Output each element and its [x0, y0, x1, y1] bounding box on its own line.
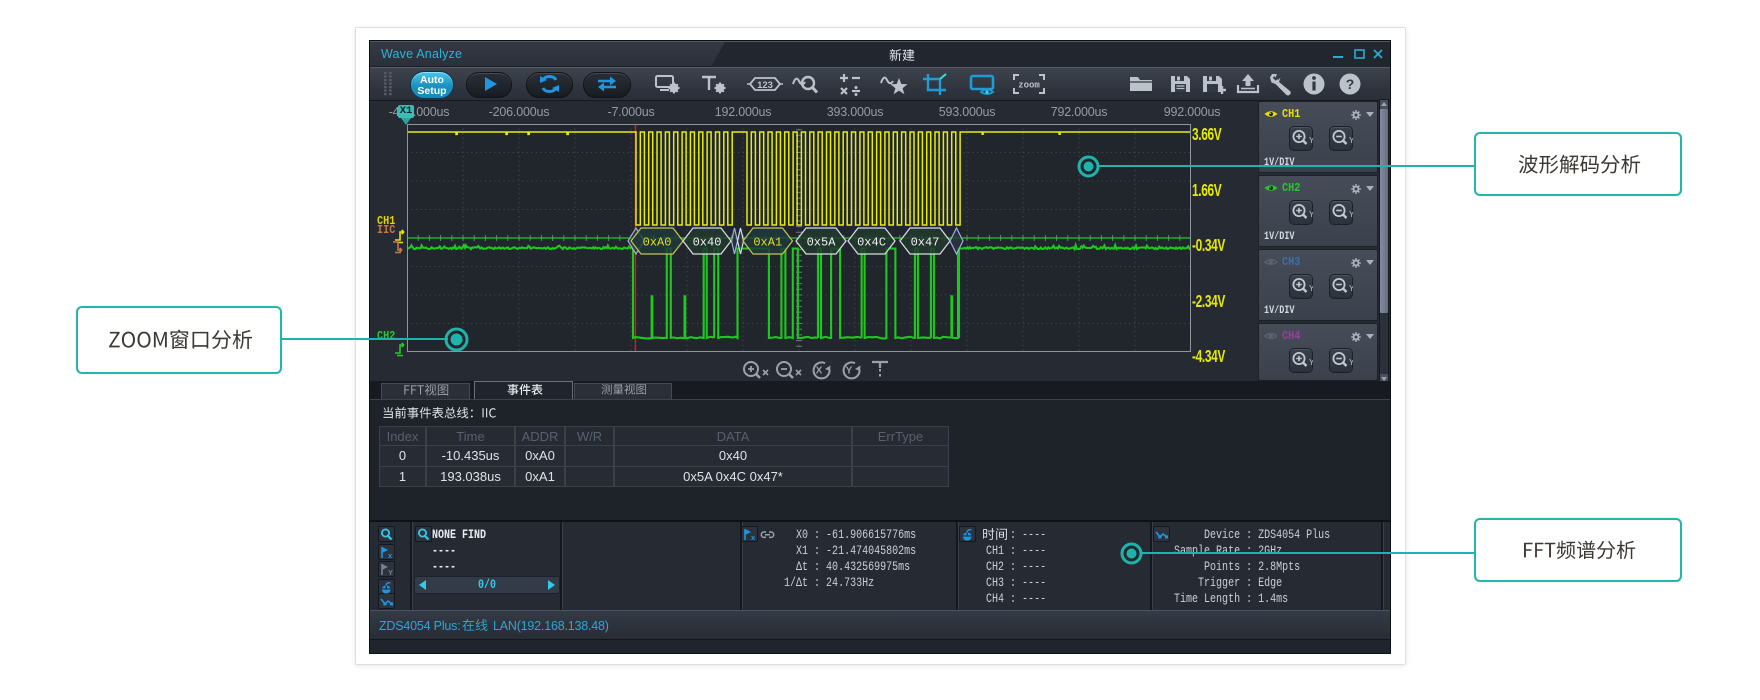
svg-text:0x5A: 0x5A — [807, 236, 837, 250]
svg-text:Y: Y — [1349, 210, 1353, 219]
svg-text:x: x — [388, 551, 393, 559]
svg-text:0x40: 0x40 — [693, 236, 722, 250]
svg-text:x: x — [751, 533, 756, 541]
svg-text:Y: Y — [1349, 136, 1353, 145]
svg-text:X: X — [816, 366, 823, 377]
svg-text:Y: Y — [388, 568, 393, 576]
svg-text:Y: Y — [1309, 136, 1313, 145]
svg-text:123: 123 — [757, 80, 773, 91]
svg-text:Y: Y — [1309, 210, 1313, 219]
svg-text:Y: Y — [1309, 358, 1313, 367]
svg-text:Y: Y — [1309, 284, 1313, 293]
svg-text:0x47: 0x47 — [911, 236, 940, 250]
svg-text:Y: Y — [1349, 358, 1353, 367]
svg-text:?: ? — [1346, 76, 1355, 92]
svg-text:Y: Y — [846, 366, 853, 377]
svg-text:zoom: zoom — [1018, 81, 1040, 91]
svg-text:0xA1: 0xA1 — [753, 236, 782, 250]
svg-text:0x4C: 0x4C — [857, 236, 886, 250]
svg-text:Y: Y — [1349, 284, 1353, 293]
svg-text:0xA0: 0xA0 — [643, 236, 672, 250]
